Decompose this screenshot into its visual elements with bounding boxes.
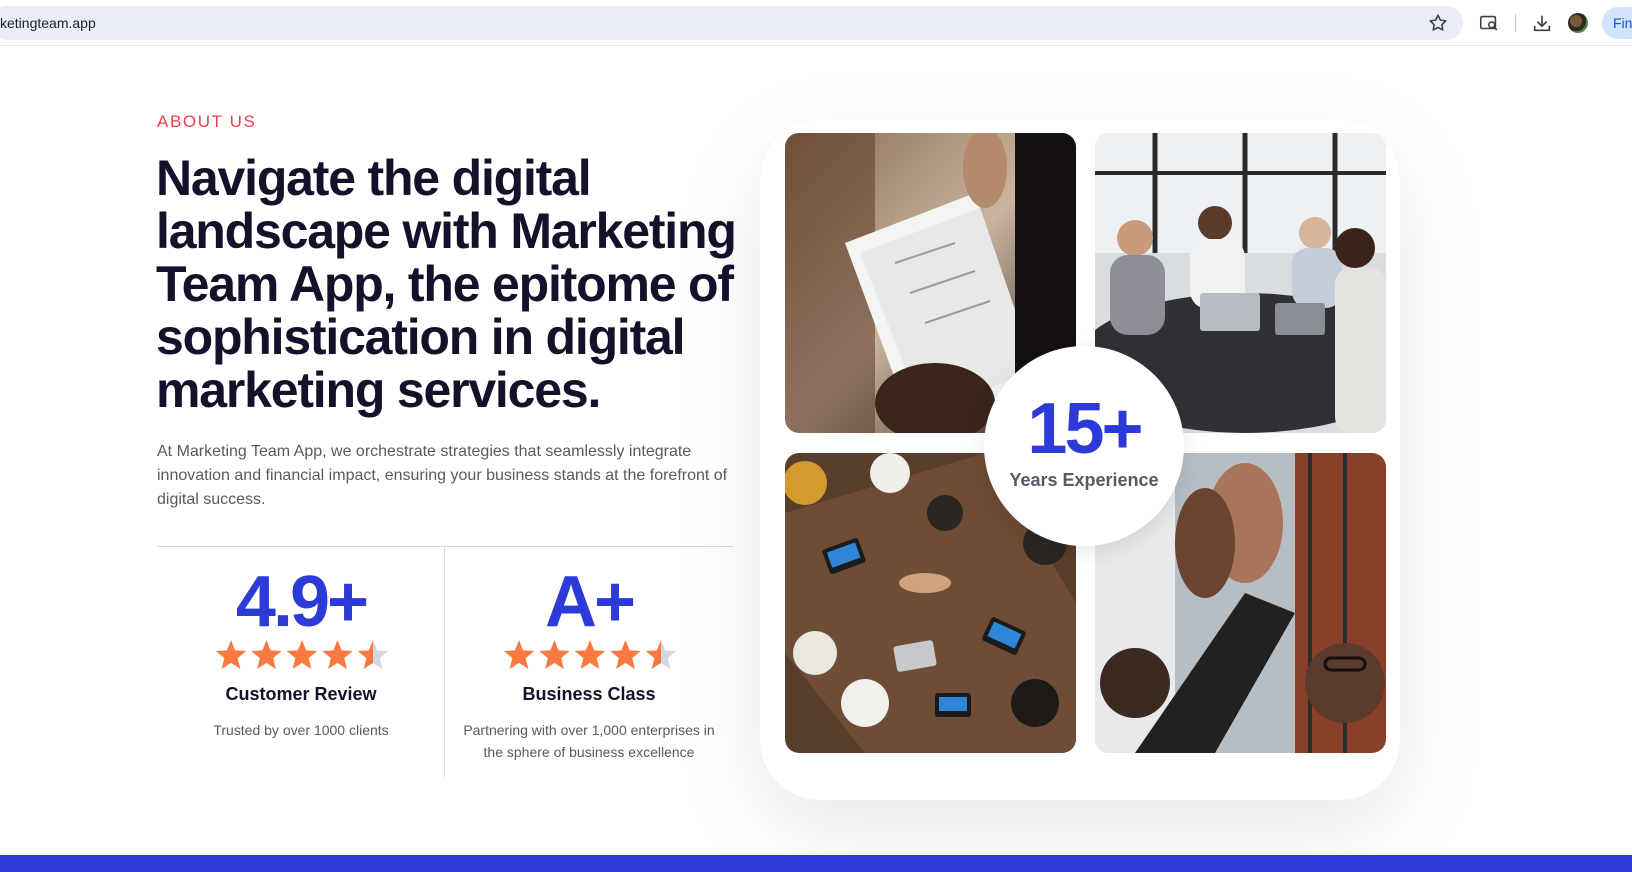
star-rating-icon xyxy=(215,640,389,669)
toolbar-separator xyxy=(1515,14,1516,32)
url-text[interactable]: ketingteam.app xyxy=(0,15,96,31)
tab-search-icon[interactable] xyxy=(1478,12,1500,34)
section-eyebrow: ABOUT US xyxy=(157,112,257,131)
browser-toolbar: ketingteam.app Fin xyxy=(0,0,1632,46)
star-icon xyxy=(574,640,606,669)
about-headline: Navigate the digital landscape with Mark… xyxy=(156,150,737,418)
star-rating-icon xyxy=(503,640,677,669)
find-button[interactable]: Fin xyxy=(1602,7,1632,39)
stat-title: Business Class xyxy=(522,684,656,704)
bookmark-star-icon[interactable] xyxy=(1427,12,1449,34)
stat-value: 4.9+ xyxy=(235,562,369,642)
star-icon xyxy=(357,640,389,669)
about-intro: At Marketing Team App, we orchestrate st… xyxy=(157,443,728,508)
star-icon xyxy=(322,640,353,669)
experience-badge: 15+ Years Experience xyxy=(984,346,1184,546)
star-icon xyxy=(286,640,318,669)
stats-panel: 4.9+ Customer Review Trusted by over 100… xyxy=(157,546,733,777)
stat-title: Customer Review xyxy=(225,684,377,704)
address-bar[interactable]: ketingteam.app xyxy=(0,6,1463,40)
find-label: Fin xyxy=(1613,15,1632,31)
star-icon xyxy=(645,640,677,669)
profile-avatar[interactable] xyxy=(1568,13,1588,33)
experience-label: Years Experience xyxy=(1009,470,1159,490)
star-icon xyxy=(251,640,282,669)
stat-description: Partnering with over 1,000 enterprises i… xyxy=(463,722,715,760)
stat-value: A+ xyxy=(544,562,636,642)
stat-business-class: A+ Business Class Partnering with over 1… xyxy=(445,547,733,777)
download-icon[interactable] xyxy=(1531,12,1553,34)
stat-customer-review: 4.9+ Customer Review Trusted by over 100… xyxy=(157,547,445,777)
stat-description: Trusted by over 1000 clients xyxy=(213,722,389,738)
star-icon xyxy=(215,640,247,669)
next-section-band xyxy=(0,855,1632,872)
star-icon xyxy=(539,640,570,669)
star-icon xyxy=(610,640,641,669)
experience-value: 15+ xyxy=(1027,389,1143,469)
star-icon xyxy=(503,640,535,669)
